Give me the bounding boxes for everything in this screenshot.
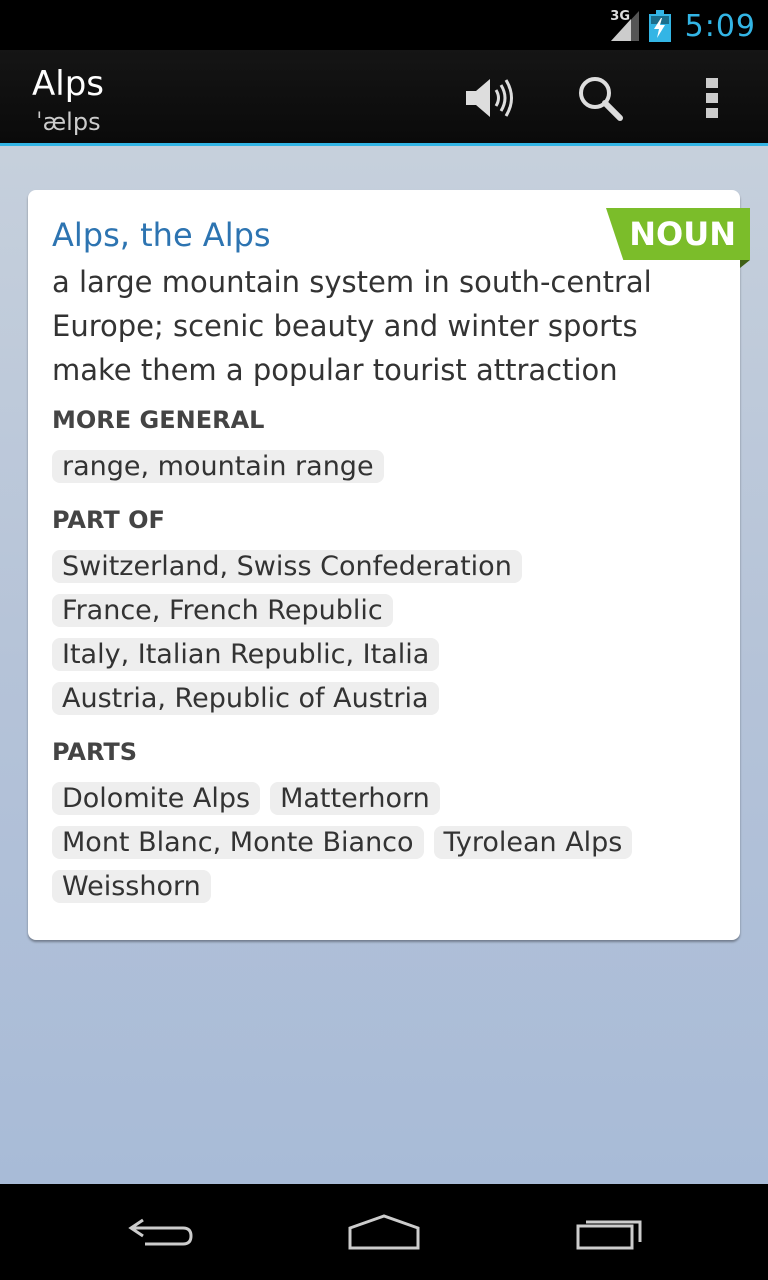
pronunciation: ˈælps [36, 108, 101, 136]
chip-tyrolean-alps[interactable]: Tyrolean Alps [433, 826, 633, 859]
section-part-of-label: PART OF [52, 506, 165, 534]
more-general-chips: range, mountain range [52, 450, 732, 494]
back-button[interactable] [110, 1206, 210, 1258]
part-of-speech-tag: NOUN [606, 208, 750, 260]
search-icon [579, 77, 623, 121]
page-title: Alps [32, 64, 105, 104]
recent-apps-button[interactable] [560, 1206, 660, 1258]
home-button[interactable] [334, 1206, 434, 1258]
speaker-icon [466, 79, 513, 117]
content-area[interactable]: NOUN Alps, the Alps a large mountain sys… [0, 146, 768, 1184]
tag-fold [740, 260, 750, 268]
chip-matterhorn[interactable]: Matterhorn [270, 782, 440, 815]
status-bar: 3G 5:09 [0, 0, 768, 50]
headword[interactable]: Alps, the Alps [52, 216, 271, 254]
navigation-bar [0, 1184, 768, 1280]
clock: 5:09 [684, 8, 756, 44]
recent-apps-icon [576, 1220, 642, 1250]
part-of-chips: Switzerland, Swiss Confederation France,… [52, 550, 732, 726]
chip-italy[interactable]: Italy, Italian Republic, Italia [52, 638, 440, 671]
chip-switzerland[interactable]: Switzerland, Swiss Confederation [52, 550, 522, 583]
battery-charging-icon [648, 10, 671, 42]
definition-card: NOUN Alps, the Alps a large mountain sys… [28, 190, 750, 940]
parts-chips: Dolomite Alps Matterhorn Mont Blanc, Mon… [52, 782, 732, 914]
definition-text: a large mountain system in south-central… [52, 265, 652, 387]
section-more-general-label: MORE GENERAL [52, 406, 265, 434]
chip-dolomite-alps[interactable]: Dolomite Alps [52, 782, 261, 815]
action-bar: Alps ˈælps [0, 50, 768, 146]
chip-weisshorn[interactable]: Weisshorn [52, 870, 211, 903]
signal-icon [610, 11, 639, 41]
search-button[interactable] [570, 68, 630, 128]
chip-mont-blanc[interactable]: Mont Blanc, Monte Bianco [52, 826, 424, 859]
overflow-menu-button[interactable] [682, 68, 742, 128]
speak-button[interactable] [458, 68, 518, 128]
overflow-menu-icon [706, 78, 718, 118]
section-parts-label: PARTS [52, 738, 138, 766]
chip-range[interactable]: range, mountain range [52, 450, 384, 483]
home-icon [348, 1214, 420, 1250]
chip-france[interactable]: France, French Republic [52, 594, 393, 627]
back-icon [128, 1218, 193, 1246]
chip-austria[interactable]: Austria, Republic of Austria [52, 682, 439, 715]
